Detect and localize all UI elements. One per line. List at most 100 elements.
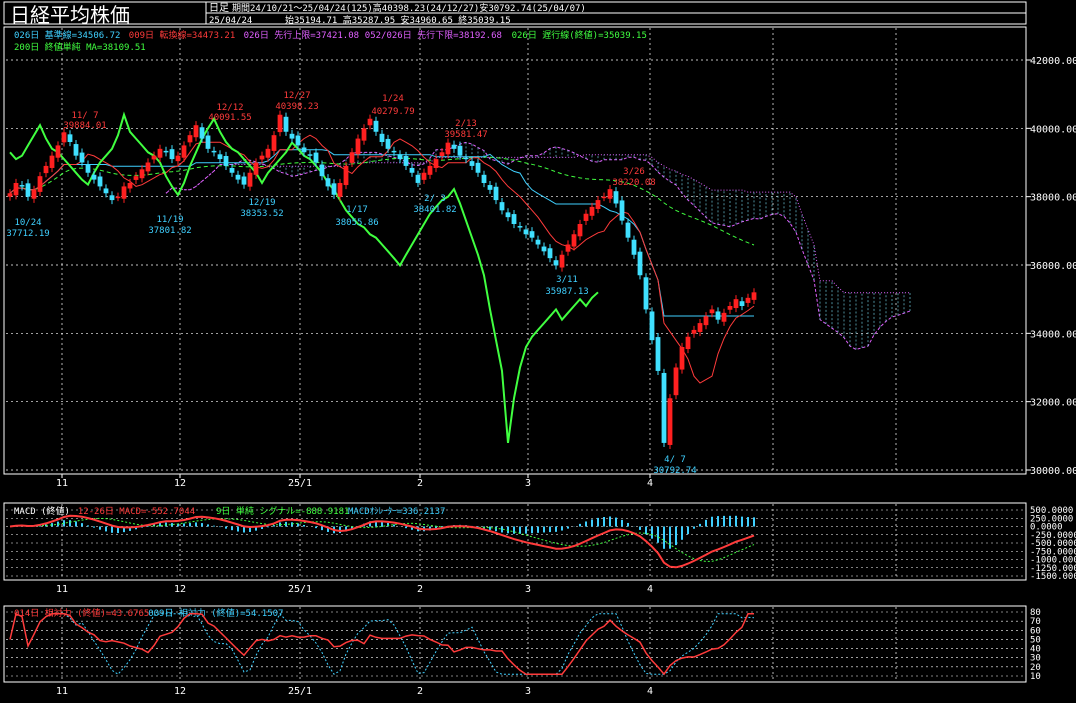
annotation-value: 38353.52	[240, 209, 283, 219]
candle-body	[175, 155, 181, 162]
annotation-value: 40279.79	[371, 107, 414, 117]
date-tick-label: 2	[417, 686, 423, 697]
candle-body	[367, 118, 373, 126]
candle-body	[31, 189, 37, 199]
candle-body	[397, 154, 403, 160]
rsi9-line	[9, 612, 755, 675]
date-tick-label: 4	[647, 584, 653, 595]
date-tick-label: 25/1	[288, 584, 312, 595]
date-tick-label: 11	[56, 686, 68, 697]
date-tick-label: 2	[417, 584, 423, 595]
candle-body	[73, 144, 79, 156]
candle-body	[511, 214, 517, 224]
candle-body	[505, 212, 511, 218]
candle-body	[307, 154, 313, 156]
date-tick-label: 25/1	[288, 478, 312, 489]
header-ohlc: 始35194.71 高35287.95 安34960.65 終35039.15	[285, 14, 511, 26]
date-tick-label: 3	[525, 686, 531, 697]
candle-body	[649, 311, 655, 341]
candle-body	[589, 206, 595, 216]
candle-body	[673, 367, 679, 396]
header-date: 25/04/24	[209, 16, 252, 26]
candle-body	[463, 157, 469, 160]
legend-layer: 026日 基準線=34506.72 009日 転換線=34473.21 026日 先…	[14, 29, 647, 53]
candle-body	[259, 155, 265, 160]
candle-body	[517, 226, 523, 228]
candle-body	[49, 155, 55, 168]
candle-body	[451, 144, 457, 149]
candle-body	[433, 159, 439, 168]
candle-body	[529, 231, 535, 238]
candlestick-layer	[7, 110, 757, 450]
candle-body	[127, 183, 133, 189]
candle-body	[79, 152, 85, 163]
annotation-date: 1/17	[346, 205, 368, 215]
candle-body	[655, 337, 661, 371]
annotation-value: 38220.08	[612, 178, 655, 188]
candle-body	[295, 135, 301, 146]
candle-body	[733, 299, 739, 309]
candle-body	[721, 312, 727, 322]
rsi-legend-item: 014日 相対力 (終値)=43.6765	[14, 607, 149, 619]
annotation-date: 4/ 7	[664, 455, 686, 465]
annotation-value: 37712.19	[6, 229, 49, 239]
candle-body	[667, 398, 673, 445]
price-tick-label: 38000.00	[1030, 193, 1076, 204]
annotation-date: 1/24	[382, 94, 404, 104]
price-tick-label: 32000.00	[1030, 398, 1076, 409]
price-tick-label: 36000.00	[1030, 261, 1076, 272]
candle-body	[643, 277, 649, 310]
candle-body	[325, 178, 331, 187]
annotation-date: 2/ 3	[424, 194, 446, 204]
date-tick-label: 4	[647, 686, 653, 697]
candle-body	[583, 213, 589, 221]
period-type: 日足	[209, 2, 229, 14]
candle-body	[727, 306, 733, 310]
candle-body	[331, 183, 337, 195]
price-tick-label: 40000.00	[1030, 124, 1076, 135]
annotation-value: 39581.47	[444, 130, 487, 140]
candle-body	[379, 133, 385, 142]
annotation-date: 11/ 7	[71, 111, 98, 121]
candle-body	[535, 239, 541, 245]
candle-body	[469, 161, 475, 166]
candle-body	[115, 196, 121, 199]
grid-layer	[6, 28, 1026, 681]
candle-body	[481, 174, 487, 183]
date-tick-label: 2	[417, 478, 423, 489]
date-tick-label: 11	[56, 478, 68, 489]
chart-stage: 日経平均株価 日足 期間24/10/21～25/04/24(125)高40398…	[0, 0, 1076, 699]
candle-body	[247, 172, 253, 187]
candle-body	[205, 135, 211, 149]
candle-body	[553, 260, 559, 266]
legend-top-item: 026日 先行上限=37421.08	[244, 29, 359, 41]
candle-body	[355, 138, 361, 155]
candle-body	[739, 301, 745, 306]
candle-body	[373, 120, 379, 132]
candle-body	[43, 165, 49, 174]
date-tick-label: 12	[174, 478, 186, 489]
candle-body	[709, 309, 715, 314]
candle-body	[685, 336, 691, 350]
candle-body	[301, 147, 307, 153]
candle-body	[541, 246, 547, 252]
candle-body	[403, 156, 409, 166]
date-tick-label: 3	[525, 584, 531, 595]
candle-body	[199, 127, 205, 139]
date-tick-label: 3	[525, 478, 531, 489]
candle-body	[679, 347, 685, 370]
price-panel-frame	[3, 26, 1027, 475]
candle-body	[253, 162, 259, 175]
rsi14-line	[9, 612, 754, 676]
candle-body	[613, 191, 619, 204]
price-tick-label: 30000.00	[1030, 466, 1076, 477]
candle-body	[457, 145, 463, 156]
annotation-date: 12/19	[248, 198, 275, 208]
candle-body	[271, 135, 277, 151]
candle-body	[67, 134, 73, 142]
macd-legend-item: MACD (終値)	[14, 505, 70, 517]
annotation-value: 39884.01	[63, 121, 106, 131]
candle-body	[337, 183, 343, 197]
candle-body	[607, 189, 613, 199]
candle-body	[103, 188, 109, 194]
